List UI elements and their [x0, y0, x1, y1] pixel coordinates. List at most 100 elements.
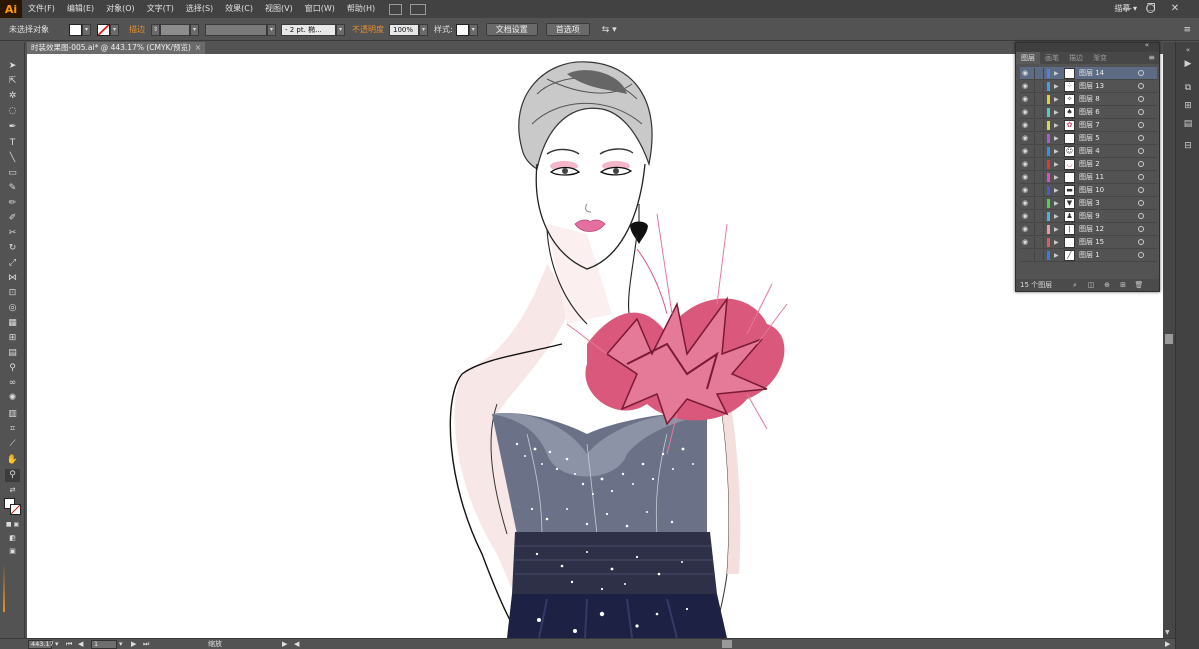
scroll-right-icon[interactable]: ▶ [1165, 639, 1170, 649]
direct-selection-tool-icon[interactable]: ⇱ [5, 75, 20, 88]
bridge-icon[interactable] [389, 3, 403, 15]
layer-row[interactable]: ◉ ▶ ✿ 图层 7 [1020, 119, 1157, 132]
artboard-number-field[interactable]: 1 [91, 640, 117, 649]
menu-file[interactable]: 文件(F) [22, 0, 61, 18]
target-circle-icon[interactable] [1138, 70, 1144, 76]
layer-row[interactable]: ◉ ▶ ⁘ 图层 13 [1020, 80, 1157, 93]
type-tool-icon[interactable]: T [5, 137, 20, 150]
vertical-scroll-thumb[interactable] [1165, 334, 1173, 344]
pathfinder-icon[interactable]: ▤ [1181, 118, 1195, 130]
layer-name[interactable]: 图层 6 [1079, 106, 1100, 119]
expand-triangle-icon[interactable]: ▶ [1054, 171, 1059, 184]
mesh-tool-icon[interactable]: ⊞ [5, 332, 20, 345]
target-circle-icon[interactable] [1138, 122, 1144, 128]
new-layer-icon[interactable]: ⊞ [1118, 279, 1128, 291]
color-mode-icon[interactable]: ■ ▣ ⊘ [5, 518, 20, 541]
swap-colors-icon[interactable]: ⇄ [5, 484, 20, 497]
arrange-documents-icon[interactable] [410, 3, 427, 15]
layer-row[interactable]: ◉ ▶ 图层 5 [1020, 132, 1157, 145]
visibility-eye-icon[interactable]: ◉ [1022, 236, 1032, 249]
profile-dropdown-icon[interactable]: ▾ [267, 23, 276, 36]
layer-name[interactable]: 图层 1 [1079, 249, 1100, 262]
tab-stroke[interactable]: 描边 [1064, 52, 1088, 64]
delete-layer-icon[interactable]: 🗑 [1134, 279, 1144, 291]
fill-swatch[interactable] [69, 23, 82, 36]
target-circle-icon[interactable] [1138, 226, 1144, 232]
last-artboard-icon[interactable]: ⏭ [143, 639, 149, 649]
lock-toggle[interactable] [1034, 237, 1044, 248]
visibility-eye-icon[interactable]: ◉ [1022, 197, 1032, 210]
target-circle-icon[interactable] [1138, 187, 1144, 193]
expand-triangle-icon[interactable]: ▶ [1054, 132, 1059, 145]
align-icon[interactable]: ⊞ [1181, 100, 1195, 112]
lock-toggle[interactable] [1034, 107, 1044, 118]
clipping-mask-icon[interactable]: ◫ [1086, 279, 1096, 291]
layer-name[interactable]: 图层 7 [1079, 119, 1100, 132]
target-circle-icon[interactable] [1138, 83, 1144, 89]
status-menu-icon[interactable]: ▶ [282, 639, 287, 649]
target-circle-icon[interactable] [1138, 174, 1144, 180]
tab-layers[interactable]: 图层 [1016, 52, 1040, 64]
style-dropdown-icon[interactable]: ▾ [468, 23, 478, 36]
lock-toggle[interactable] [1034, 185, 1044, 196]
lock-toggle[interactable] [1034, 224, 1044, 235]
draw-mode-icon[interactable]: ◧ [5, 532, 20, 545]
transform-icon[interactable]: ⊟ [1181, 140, 1195, 152]
eyedropper-tool-icon[interactable]: ⚲ [5, 362, 20, 375]
layer-name[interactable]: 图层 8 [1079, 93, 1100, 106]
zoom-tool-icon[interactable]: ⚲ [5, 469, 20, 482]
artboard-canvas[interactable] [27, 54, 1163, 638]
play-icon[interactable]: ▶ [1181, 58, 1195, 70]
paintbrush-tool-icon[interactable]: ✎ [5, 182, 20, 195]
new-sublayer-icon[interactable]: ⊕ [1102, 279, 1112, 291]
restore-button[interactable]: ❐ [1142, 0, 1160, 18]
panel-menu-icon[interactable]: ≡ [1148, 52, 1159, 64]
scroll-down-icon[interactable]: ▼ [1165, 629, 1170, 636]
panel-collapse-icon[interactable]: « [1145, 41, 1149, 49]
target-circle-icon[interactable] [1138, 96, 1144, 102]
variable-width-profile[interactable] [205, 23, 267, 36]
menu-window[interactable]: 窗口(W) [299, 0, 341, 18]
horizontal-scroll-thumb[interactable] [722, 640, 732, 648]
collapse-dock-icon[interactable]: « [1181, 44, 1195, 56]
visibility-eye-icon[interactable]: ◉ [1022, 119, 1032, 132]
visibility-eye-icon[interactable]: ◉ [1022, 184, 1032, 197]
artboard-dropdown-icon[interactable]: ▾ [119, 639, 123, 649]
expand-triangle-icon[interactable]: ▶ [1054, 184, 1059, 197]
hand-tool-icon[interactable]: ✋ [5, 454, 20, 467]
lock-toggle[interactable] [1034, 94, 1044, 105]
panel-header[interactable]: « [1016, 41, 1159, 52]
layer-row[interactable]: ◉ ▶ ◡ 图层 2 [1020, 158, 1157, 171]
stroke-swatch[interactable] [97, 23, 110, 36]
line-tool-icon[interactable]: ╲ [5, 152, 20, 165]
expand-triangle-icon[interactable]: ▶ [1054, 223, 1059, 236]
symbol-sprayer-tool-icon[interactable]: ✺ [5, 392, 20, 405]
menu-effect[interactable]: 效果(C) [219, 0, 259, 18]
menu-object[interactable]: 对象(O) [100, 0, 141, 18]
layer-name[interactable]: 图层 10 [1079, 184, 1104, 197]
expand-triangle-icon[interactable]: ▶ [1054, 145, 1059, 158]
expand-triangle-icon[interactable]: ▶ [1054, 93, 1059, 106]
expand-triangle-icon[interactable]: ▶ [1054, 67, 1059, 80]
layer-name[interactable]: 图层 9 [1079, 210, 1100, 223]
transform-options-icon[interactable]: ⇆ ▾ [602, 25, 617, 35]
target-circle-icon[interactable] [1138, 161, 1144, 167]
expand-triangle-icon[interactable]: ▶ [1054, 158, 1059, 171]
shape-builder-tool-icon[interactable]: ◎ [5, 302, 20, 315]
layer-name[interactable]: 图层 14 [1079, 67, 1104, 80]
layer-row[interactable]: ◉ ▶ 图层 14 [1020, 67, 1157, 80]
first-artboard-icon[interactable]: ⏮ [66, 639, 72, 649]
stroke-dropdown-icon[interactable]: ▾ [110, 23, 119, 36]
lock-toggle[interactable] [1034, 198, 1044, 209]
layer-name[interactable]: 图层 2 [1079, 158, 1100, 171]
gradient-tool-icon[interactable]: ▤ [5, 347, 20, 360]
visibility-eye-icon[interactable]: ◉ [1022, 132, 1032, 145]
expand-triangle-icon[interactable]: ▶ [1054, 236, 1059, 249]
visibility-eye-icon[interactable]: ◉ [1022, 145, 1032, 158]
layer-name[interactable]: 图层 4 [1079, 145, 1100, 158]
target-circle-icon[interactable] [1138, 109, 1144, 115]
visibility-eye-icon[interactable]: ◉ [1022, 223, 1032, 236]
visibility-eye-icon[interactable]: ◉ [1022, 210, 1032, 223]
stroke-weight-dropdown-icon[interactable]: ▾ [190, 23, 199, 36]
layer-row[interactable]: ◉ ▶ ▼ 图层 3 [1020, 197, 1157, 210]
